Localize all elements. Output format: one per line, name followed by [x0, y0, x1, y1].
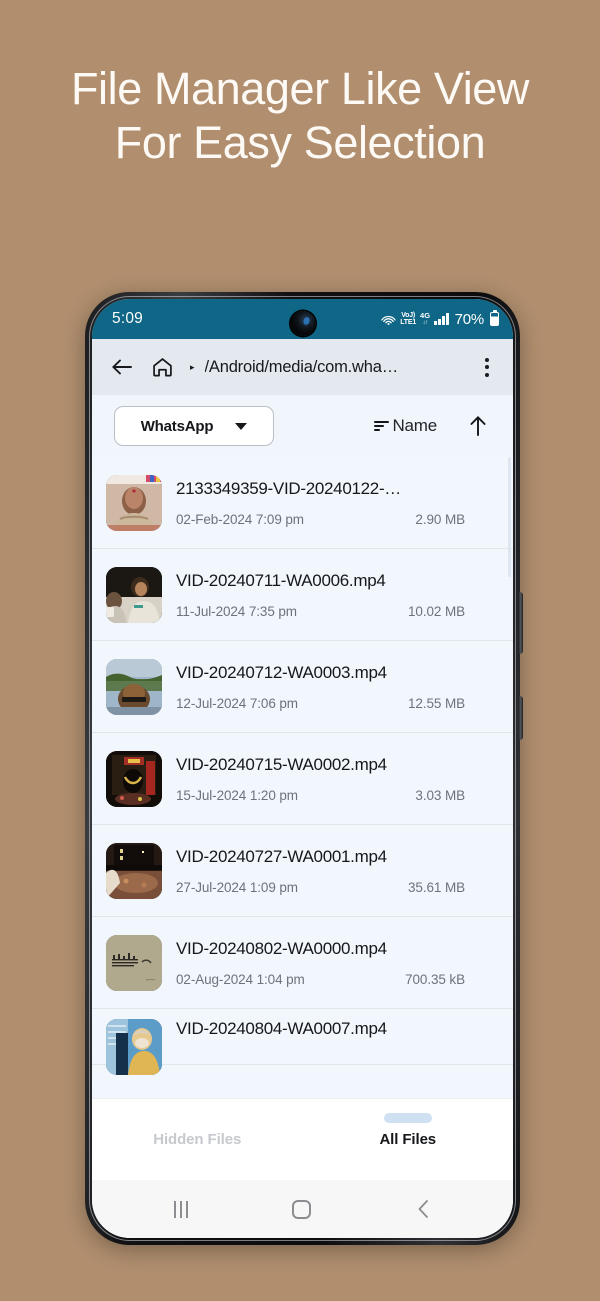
arrow-up-icon[interactable] — [465, 415, 491, 437]
file-size: 3.03 MB — [415, 787, 465, 803]
video-thumbnail — [106, 1019, 162, 1075]
chevron-down-icon — [235, 422, 248, 430]
file-row[interactable]: VID-20240804-WA0007.mp4 — [92, 1009, 513, 1075]
bottom-tab-bar: Hidden Files All Files — [92, 1098, 513, 1180]
sort-label: Name — [392, 416, 437, 435]
file-size: 35.61 MB — [408, 879, 465, 895]
breadcrumb-separator-icon: ▸ — [190, 361, 195, 372]
filter-bar: WhatsApp Name — [92, 395, 513, 457]
file-meta: 02-Aug-2024 1:04 pm 700.35 kB — [176, 972, 495, 987]
file-row[interactable]: VID-20240711-WA0006.mp4 11-Jul-2024 7:35… — [92, 549, 513, 641]
file-row[interactable]: VID-20240727-WA0001.mp4 27-Jul-2024 1:09… — [92, 825, 513, 917]
overflow-menu-icon[interactable] — [475, 357, 499, 377]
file-info: VID-20240802-WA0000.mp4 02-Aug-2024 1:04… — [176, 939, 495, 987]
toolbar: ▸ /Android/media/com.wha… — [92, 339, 513, 395]
volte-top-label: VoJ) — [401, 312, 416, 319]
video-thumbnail — [106, 658, 162, 715]
back-button-icon[interactable] — [415, 1198, 431, 1220]
file-meta: 02-Feb-2024 7:09 pm 2.90 MB — [176, 512, 495, 527]
back-arrow-icon[interactable] — [108, 353, 136, 381]
file-name: VID-20240804-WA0007.mp4 — [176, 1019, 387, 1038]
tab-indicator — [383, 1113, 432, 1123]
file-info: VID-20240727-WA0001.mp4 27-Jul-2024 1:09… — [176, 847, 495, 895]
cast-icon — [381, 312, 396, 326]
file-name: VID-20240711-WA0006.mp4 — [176, 570, 386, 590]
signal-bars-icon — [434, 313, 449, 325]
file-size: 700.35 kB — [405, 971, 465, 987]
sort-control[interactable]: Name — [374, 416, 437, 436]
volte-bottom-label: LTE1 — [400, 319, 417, 326]
tab-label: All Files — [379, 1131, 437, 1148]
file-date: 02-Aug-2024 1:04 pm — [176, 971, 305, 987]
file-size: 10.02 MB — [408, 603, 465, 619]
volte-icon: VoJ) LTE1 — [400, 312, 416, 326]
power-button[interactable] — [519, 696, 523, 740]
file-name: VID-20240727-WA0001.mp4 — [176, 846, 387, 866]
volume-button[interactable] — [519, 592, 523, 654]
network-type-label: 4G — [420, 311, 431, 321]
file-meta: 11-Jul-2024 7:35 pm 10.02 MB — [176, 604, 495, 619]
app-filter-label: WhatsApp — [140, 417, 214, 435]
list-scrollbar[interactable] — [507, 457, 511, 577]
phone-screen: 5:09 VoJ) LTE1 4G ↓↑ 70% ▸ /Android/medi… — [92, 299, 513, 1238]
file-info: VID-20240712-WA0003.mp4 12-Jul-2024 7:06… — [176, 663, 495, 711]
tab-indicator — [173, 1113, 221, 1123]
file-info: VID-20240804-WA0007.mp4 — [176, 1019, 495, 1039]
home-button-icon[interactable] — [292, 1199, 311, 1219]
file-row[interactable]: 2133349359-VID-20240122-… 02-Feb-2024 7:… — [92, 457, 513, 549]
battery-percent-label: 70% — [454, 310, 485, 328]
battery-icon — [490, 312, 499, 326]
status-clock: 5:09 — [112, 310, 143, 327]
tab-label: Hidden Files — [153, 1131, 242, 1148]
app-filter-dropdown[interactable]: WhatsApp — [114, 406, 274, 446]
headline-line-1: File Manager Like View — [70, 63, 530, 114]
home-icon[interactable] — [148, 353, 176, 381]
tab-hidden-files[interactable]: Hidden Files — [92, 1099, 303, 1148]
recents-icon[interactable] — [174, 1200, 188, 1218]
file-name: VID-20240802-WA0000.mp4 — [176, 938, 387, 958]
network-4g-icon: 4G ↓↑ — [420, 312, 430, 326]
android-nav-bar — [92, 1180, 513, 1238]
file-name: VID-20240712-WA0003.mp4 — [176, 662, 387, 682]
file-name: VID-20240715-WA0002.mp4 — [176, 754, 387, 774]
status-icons: VoJ) LTE1 4G ↓↑ 70% — [381, 311, 499, 328]
file-info: VID-20240711-WA0006.mp4 11-Jul-2024 7:35… — [176, 571, 495, 619]
file-meta: 12-Jul-2024 7:06 pm 12.55 MB — [176, 696, 495, 711]
tab-all-files[interactable]: All Files — [303, 1099, 514, 1148]
front-camera-icon — [290, 311, 315, 336]
status-bar: 5:09 VoJ) LTE1 4G ↓↑ 70% — [92, 299, 513, 339]
file-info: 2133349359-VID-20240122-… 02-Feb-2024 7:… — [176, 479, 495, 527]
page-title: File Manager Like View For Easy Selectio… — [0, 62, 600, 171]
breadcrumb-path[interactable]: /Android/media/com.wha… — [205, 358, 463, 377]
file-size: 2.90 MB — [415, 511, 465, 527]
file-size: 12.55 MB — [408, 695, 465, 711]
file-meta: 15-Jul-2024 1:20 pm 3.03 MB — [176, 788, 495, 803]
file-row[interactable]: VID-20240715-WA0002.mp4 15-Jul-2024 1:20… — [92, 733, 513, 825]
video-thumbnail — [106, 474, 162, 531]
video-thumbnail — [106, 842, 162, 899]
file-name: 2133349359-VID-20240122-… — [176, 478, 402, 498]
file-date: 15-Jul-2024 1:20 pm — [176, 787, 298, 803]
file-date: 12-Jul-2024 7:06 pm — [176, 695, 298, 711]
file-list[interactable]: 2133349359-VID-20240122-… 02-Feb-2024 7:… — [92, 457, 513, 1098]
sort-icon — [374, 420, 390, 432]
file-date: 27-Jul-2024 1:09 pm — [176, 879, 298, 895]
phone-mockup: 5:09 VoJ) LTE1 4G ↓↑ 70% ▸ /Android/medi… — [85, 292, 523, 1245]
file-row[interactable]: VID-20240802-WA0000.mp4 02-Aug-2024 1:04… — [92, 917, 513, 1009]
data-arrows-label: ↓↑ — [422, 319, 429, 326]
file-meta: 27-Jul-2024 1:09 pm 35.61 MB — [176, 880, 495, 895]
file-info: VID-20240715-WA0002.mp4 15-Jul-2024 1:20… — [176, 755, 495, 803]
file-date: 11-Jul-2024 7:35 pm — [176, 603, 297, 619]
headline-line-2: For Easy Selection — [114, 117, 486, 169]
file-row[interactable]: VID-20240712-WA0003.mp4 12-Jul-2024 7:06… — [92, 641, 513, 733]
video-thumbnail — [106, 750, 162, 807]
video-thumbnail — [106, 566, 162, 623]
file-date: 02-Feb-2024 7:09 pm — [176, 511, 304, 527]
video-thumbnail — [106, 934, 162, 991]
